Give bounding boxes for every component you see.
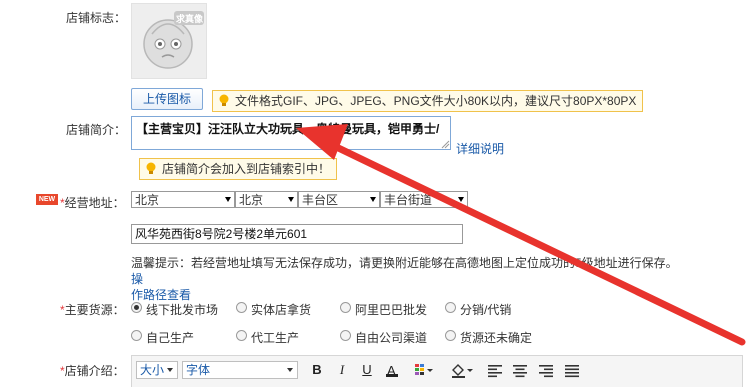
align-justify-icon[interactable] bbox=[564, 362, 580, 378]
radio-label: 分销/代销 bbox=[460, 303, 512, 317]
supply-label: *主要货源： bbox=[60, 301, 125, 318]
chevron-down-icon bbox=[167, 368, 173, 372]
logo-format-tip: 文件格式GIF、JPG、JPEG、PNG文件大小80K以内，建议尺寸80PX*8… bbox=[212, 90, 644, 112]
radio-label: 线下批发市场 bbox=[146, 303, 219, 317]
radio-self-produced[interactable] bbox=[131, 330, 142, 341]
chevron-down-icon bbox=[458, 197, 464, 202]
align-left-icon[interactable] bbox=[487, 362, 503, 378]
province-select[interactable]: 北京 bbox=[131, 191, 235, 208]
chevron-down-icon bbox=[287, 368, 293, 372]
chevron-down-icon bbox=[370, 197, 376, 202]
shop-logo-image: 求真像 bbox=[131, 3, 207, 79]
city-select[interactable]: 北京 bbox=[235, 191, 298, 208]
shop-intro-label: 店铺简介： bbox=[66, 123, 127, 137]
radio-wholesale-market[interactable] bbox=[131, 302, 142, 313]
district-select[interactable]: 丰台区 bbox=[298, 191, 380, 208]
address-notice-text: 温馨提示：若经营地址填写无法保存成功，请更换附近能够在高德地图上定位成功的5级地… bbox=[131, 256, 678, 270]
intro-index-tip: 店铺简介会加入到店铺索引中！ bbox=[139, 158, 338, 180]
upload-icon-button[interactable]: 上传图标 bbox=[131, 88, 203, 110]
address-notice: 温馨提示：若经营地址填写无法保存成功，请更换附近能够在高德地图上定位成功的5级地… bbox=[131, 255, 681, 303]
font-size-select[interactable]: 大小 bbox=[136, 361, 178, 379]
strikethrough-icon[interactable]: A bbox=[384, 362, 400, 378]
shop-desc-label: *店铺介绍： bbox=[60, 362, 125, 379]
radio-label: 自由公司渠道 bbox=[355, 331, 428, 345]
align-center-icon[interactable] bbox=[512, 362, 528, 378]
address-label: *经营地址： bbox=[60, 194, 125, 211]
radio-label: 实体店拿货 bbox=[251, 303, 312, 317]
radio-undecided[interactable] bbox=[445, 330, 456, 341]
radio-company-channel[interactable] bbox=[340, 330, 351, 341]
fill-color-icon[interactable] bbox=[450, 362, 473, 378]
street-select[interactable]: 丰台街道 bbox=[380, 191, 468, 208]
lightbulb-icon bbox=[146, 162, 156, 174]
bold-icon[interactable]: B bbox=[309, 362, 325, 378]
chevron-down-icon bbox=[225, 197, 231, 202]
supply-label-text: 主要货源： bbox=[64, 303, 125, 317]
chevron-down-icon bbox=[288, 197, 294, 202]
radio-alibaba-wholesale[interactable] bbox=[340, 302, 351, 313]
table-icon[interactable] bbox=[414, 362, 433, 378]
shop-desc-label-text: 店铺介绍： bbox=[64, 364, 125, 378]
operation-path-link-part2[interactable]: 作路径查看 bbox=[131, 288, 191, 302]
radio-label: 阿里巴巴批发 bbox=[355, 303, 428, 317]
detail-explanation-link[interactable]: 详细说明 bbox=[456, 140, 504, 157]
radio-distribution[interactable] bbox=[445, 302, 456, 313]
shop-logo-label: 店铺标志： bbox=[66, 11, 127, 25]
radio-oem[interactable] bbox=[236, 330, 247, 341]
shop-intro-textarea[interactable]: 【主营宝贝】汪汪队立大功玩具，奥特曼玩具，铠甲勇士/ bbox=[131, 116, 451, 150]
logo-format-tip-text: 文件格式GIF、JPG、JPEG、PNG文件大小80K以内，建议尺寸80PX*8… bbox=[235, 94, 637, 108]
radio-label: 货源还未确定 bbox=[460, 331, 533, 345]
font-size-value: 大小 bbox=[140, 363, 165, 377]
detail-address-input[interactable]: 风华苑西街8号院2号楼2单元601 bbox=[131, 224, 463, 244]
address-label-text: 经营地址： bbox=[64, 196, 125, 210]
city-value: 北京 bbox=[239, 193, 264, 207]
font-family-select[interactable]: 字体 bbox=[182, 361, 298, 379]
province-value: 北京 bbox=[135, 193, 160, 207]
intro-index-tip-text: 店铺简介会加入到店铺索引中！ bbox=[162, 162, 331, 176]
font-family-value: 字体 bbox=[186, 363, 211, 377]
radio-physical-store[interactable] bbox=[236, 302, 247, 313]
editor-toolbar: 大小 字体 B I U A bbox=[131, 355, 743, 387]
new-badge: NEW bbox=[36, 194, 58, 205]
underline-icon[interactable]: U bbox=[359, 362, 375, 378]
street-value: 丰台街道 bbox=[384, 193, 433, 207]
radio-label: 自己生产 bbox=[146, 331, 195, 345]
align-right-icon[interactable] bbox=[538, 362, 554, 378]
radio-label: 代工生产 bbox=[251, 331, 300, 345]
district-value: 丰台区 bbox=[302, 193, 339, 207]
resize-handle-icon[interactable] bbox=[441, 140, 450, 149]
operation-path-link-part1[interactable]: 操 bbox=[131, 272, 143, 286]
italic-icon[interactable]: I bbox=[334, 362, 350, 378]
logo-speech-tag: 求真像 bbox=[176, 14, 204, 24]
lightbulb-icon bbox=[219, 94, 229, 106]
